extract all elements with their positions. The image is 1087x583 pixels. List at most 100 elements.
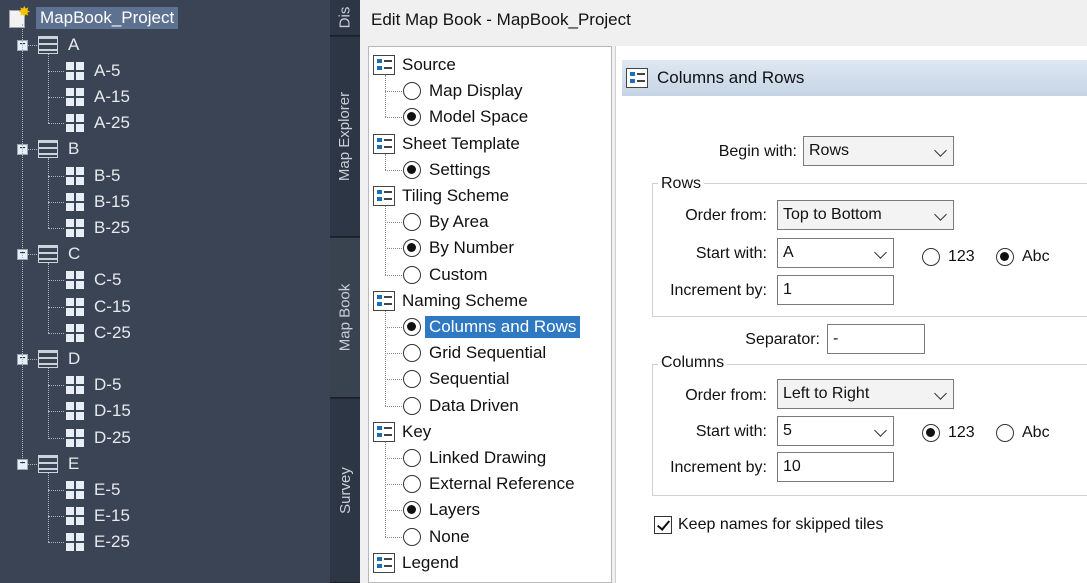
nav-section[interactable]: Key xyxy=(373,420,431,444)
tree-tile-row[interactable]: D-25 xyxy=(66,425,131,451)
section-icon xyxy=(626,68,648,88)
nav-option[interactable]: Grid Sequential xyxy=(403,341,546,365)
nav-option[interactable]: By Number xyxy=(403,236,514,260)
nav-section[interactable]: Tiling Scheme xyxy=(373,184,509,208)
nav-radio[interactable] xyxy=(403,213,421,232)
tree-group-row[interactable]: A xyxy=(38,32,79,58)
nav-radio[interactable] xyxy=(403,160,421,179)
nav-option[interactable]: Settings xyxy=(403,158,490,182)
tree-tile-label: A-5 xyxy=(94,60,121,80)
tree-tile-row[interactable]: D-5 xyxy=(66,372,121,398)
tree-tile-row[interactable]: B-25 xyxy=(66,215,130,241)
rows-alpha-radio[interactable] xyxy=(996,248,1014,266)
tab-map-book[interactable]: Map Book xyxy=(330,238,360,398)
tree-tile-row[interactable]: E-5 xyxy=(66,477,120,503)
rows-alpha-option[interactable]: Abc xyxy=(996,248,1050,266)
panel-header-title: Columns and Rows xyxy=(657,68,805,87)
tree-tile-row[interactable]: C-25 xyxy=(66,320,131,346)
tree-connector xyxy=(48,367,49,438)
nav-section[interactable]: Naming Scheme xyxy=(373,289,528,313)
rows-start-combo[interactable]: A xyxy=(777,238,894,268)
columns-numeric-option[interactable]: 123 xyxy=(922,424,975,442)
tree-group-row[interactable]: D xyxy=(38,346,80,372)
tree-tile-row[interactable]: D-15 xyxy=(66,398,131,424)
tree-tile-label: B-5 xyxy=(94,165,121,185)
nav-radio[interactable] xyxy=(403,449,421,467)
tree-group-label: C xyxy=(68,244,81,264)
tree-tile-label: B-25 xyxy=(94,217,130,237)
nav-radio[interactable] xyxy=(403,370,421,389)
nav-option[interactable]: External Reference xyxy=(403,472,575,496)
tree-tile-row[interactable]: A-25 xyxy=(66,110,130,136)
nav-radio[interactable] xyxy=(403,265,421,284)
columns-group-title: Columns xyxy=(658,354,728,372)
tree-tile-row[interactable]: A-5 xyxy=(66,58,120,84)
rows-order-label: Order from: xyxy=(685,207,767,224)
columns-alpha-option[interactable]: Abc xyxy=(996,424,1050,442)
rows-numeric-radio[interactable] xyxy=(922,248,940,266)
tab-survey[interactable]: Survey xyxy=(330,399,360,583)
tree-tile-row[interactable]: C-15 xyxy=(66,294,131,320)
rows-numeric-option[interactable]: 123 xyxy=(922,248,975,266)
columns-alpha-radio[interactable] xyxy=(996,424,1014,442)
nav-radio[interactable] xyxy=(403,239,421,258)
nav-radio[interactable] xyxy=(403,318,421,336)
nav-option[interactable]: By Area xyxy=(403,210,489,234)
nav-connector xyxy=(385,310,386,406)
tree-tile-row[interactable]: E-25 xyxy=(66,529,130,555)
nav-radio[interactable] xyxy=(403,527,421,546)
nav-radio[interactable] xyxy=(403,396,421,415)
tree-tile-label: A-15 xyxy=(94,86,130,106)
tree-tile-row[interactable]: B-15 xyxy=(66,189,130,215)
tree-connector xyxy=(48,280,64,282)
nav-option[interactable]: Layers xyxy=(403,498,480,522)
nav-option[interactable]: Sequential xyxy=(403,367,509,391)
tree-root[interactable]: ✸ MapBook_Project xyxy=(8,4,179,31)
tab-display[interactable]: Dis xyxy=(330,0,360,36)
tree-tile-row[interactable]: B-5 xyxy=(66,163,120,189)
list-icon xyxy=(38,140,58,159)
tree-connector xyxy=(48,385,64,387)
nav-option[interactable]: Map Display xyxy=(403,79,523,103)
nav-radio[interactable] xyxy=(403,501,421,520)
separator-input[interactable]: - xyxy=(827,324,925,354)
tree-group-row[interactable]: E xyxy=(38,451,79,477)
tree-group-row[interactable]: B xyxy=(38,136,79,162)
nav-section[interactable]: Legend xyxy=(373,551,459,575)
nav-option[interactable]: Data Driven xyxy=(403,394,519,418)
columns-order-select[interactable]: Left to Right xyxy=(777,379,954,409)
tree-tile-row[interactable]: E-15 xyxy=(66,503,130,529)
tree-tile-row[interactable]: C-5 xyxy=(66,267,121,293)
nav-section[interactable]: Source xyxy=(373,53,456,77)
nav-option[interactable]: Linked Drawing xyxy=(403,446,546,470)
begin-with-select[interactable]: Rows xyxy=(803,136,954,166)
tree-group-row[interactable]: C xyxy=(38,241,80,267)
tree-tile-label: E-25 xyxy=(94,532,130,552)
nav-connector xyxy=(385,484,402,486)
nav-radio[interactable] xyxy=(403,82,421,101)
rows-increment-label: Increment by: xyxy=(670,282,767,299)
keep-names-checkbox[interactable] xyxy=(654,516,672,534)
rows-increment-input[interactable]: 1 xyxy=(777,275,894,305)
columns-increment-input[interactable]: 10 xyxy=(777,452,894,482)
rows-order-select[interactable]: Top to Bottom xyxy=(777,200,954,230)
rows-group-title: Rows xyxy=(658,175,705,193)
nav-option[interactable]: Custom xyxy=(403,263,488,287)
columns-numeric-radio[interactable] xyxy=(922,424,940,442)
nav-radio[interactable] xyxy=(403,108,421,127)
nav-option[interactable]: None xyxy=(403,525,470,549)
nav-option[interactable]: Columns and Rows xyxy=(403,315,581,339)
nav-radio[interactable] xyxy=(403,344,421,363)
tab-map-explorer[interactable]: Map Explorer xyxy=(330,37,360,237)
list-icon xyxy=(38,245,58,264)
tile-grid-icon xyxy=(66,61,84,80)
tile-grid-icon xyxy=(66,533,84,552)
nav-section[interactable]: Sheet Template xyxy=(373,132,520,156)
tree-tile-label: D-15 xyxy=(94,401,131,421)
tree-tile-row[interactable]: A-15 xyxy=(66,84,130,110)
nav-section-label: Source xyxy=(402,55,456,74)
nav-option[interactable]: Model Space xyxy=(403,105,528,129)
nav-radio[interactable] xyxy=(403,475,421,494)
keep-names-option[interactable]: Keep names for skipped tiles xyxy=(654,516,883,534)
columns-start-combo[interactable]: 5 xyxy=(777,416,894,446)
